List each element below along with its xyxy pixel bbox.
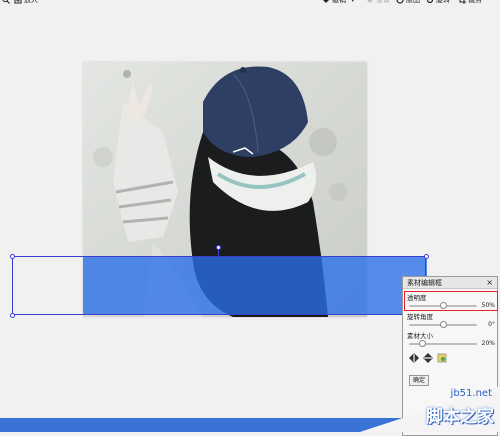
- crop-label: 裁剪: [468, 0, 482, 4]
- size-slider[interactable]: 20%: [407, 340, 495, 348]
- top-toolbar: 放大 撤销 ▾ 重做 原图 旋转 裁剪: [0, 0, 500, 6]
- transform-buttons: [409, 353, 447, 363]
- rotation-slider[interactable]: 0°: [407, 321, 495, 329]
- undo-dropdown-icon[interactable]: ▾: [351, 0, 355, 4]
- rotate-button[interactable]: 旋转: [426, 0, 450, 6]
- zoom-icon: [2, 0, 10, 4]
- enlarge-icon: [14, 0, 22, 4]
- zoom-tool[interactable]: [2, 0, 10, 6]
- flip-horizontal-icon[interactable]: [409, 353, 419, 363]
- watermark-site: jb51.net: [450, 388, 492, 399]
- redo-label: 重做: [376, 0, 390, 4]
- rotation-value: 0°: [488, 321, 495, 328]
- size-thumb[interactable]: [419, 340, 426, 347]
- rotate-label: 旋转: [436, 0, 450, 4]
- redo-icon: [366, 0, 374, 4]
- resize-handle-bottom-left[interactable]: [10, 313, 15, 318]
- rotation-label: 旋转角度: [407, 313, 433, 321]
- original-label: 原图: [406, 0, 420, 4]
- close-icon[interactable]: ×: [486, 278, 493, 287]
- watermark: jb51.net 脚本之家: [360, 386, 500, 432]
- rotation-thumb[interactable]: [440, 321, 447, 328]
- original-button[interactable]: 原图: [396, 0, 420, 6]
- rotation-handle[interactable]: [216, 245, 221, 250]
- size-value: 20%: [481, 340, 495, 347]
- panel-title: 素材编辑框: [407, 278, 442, 287]
- resize-handle-top-left[interactable]: [10, 254, 15, 259]
- undo-icon: [322, 0, 330, 4]
- redo-button[interactable]: 重做: [366, 0, 390, 6]
- undo-button[interactable]: 撤销 ▾: [322, 0, 355, 6]
- confirm-button[interactable]: 确定: [409, 375, 429, 386]
- rotation-row: 旋转角度 0°: [407, 313, 495, 329]
- layer-icon[interactable]: [437, 353, 447, 363]
- resize-handle-top-right[interactable]: [424, 254, 429, 259]
- selection-frame[interactable]: [12, 256, 426, 315]
- rotation-handle-stem: [218, 249, 219, 256]
- original-icon: [396, 0, 404, 4]
- enlarge-label: 放大: [24, 0, 38, 4]
- rotate-icon: [426, 0, 434, 4]
- watermark-brand: 脚本之家: [426, 407, 494, 427]
- crop-icon: [458, 0, 466, 4]
- crop-button[interactable]: 裁剪: [458, 0, 482, 6]
- panel-titlebar[interactable]: 素材编辑框 ×: [403, 277, 497, 289]
- enlarge-button[interactable]: 放大: [14, 0, 38, 6]
- size-label: 素材大小: [407, 332, 433, 340]
- undo-label: 撤销: [332, 0, 346, 4]
- flip-vertical-icon[interactable]: [423, 353, 433, 363]
- opacity-highlight-box: [404, 291, 498, 311]
- size-row: 素材大小 20%: [407, 332, 495, 348]
